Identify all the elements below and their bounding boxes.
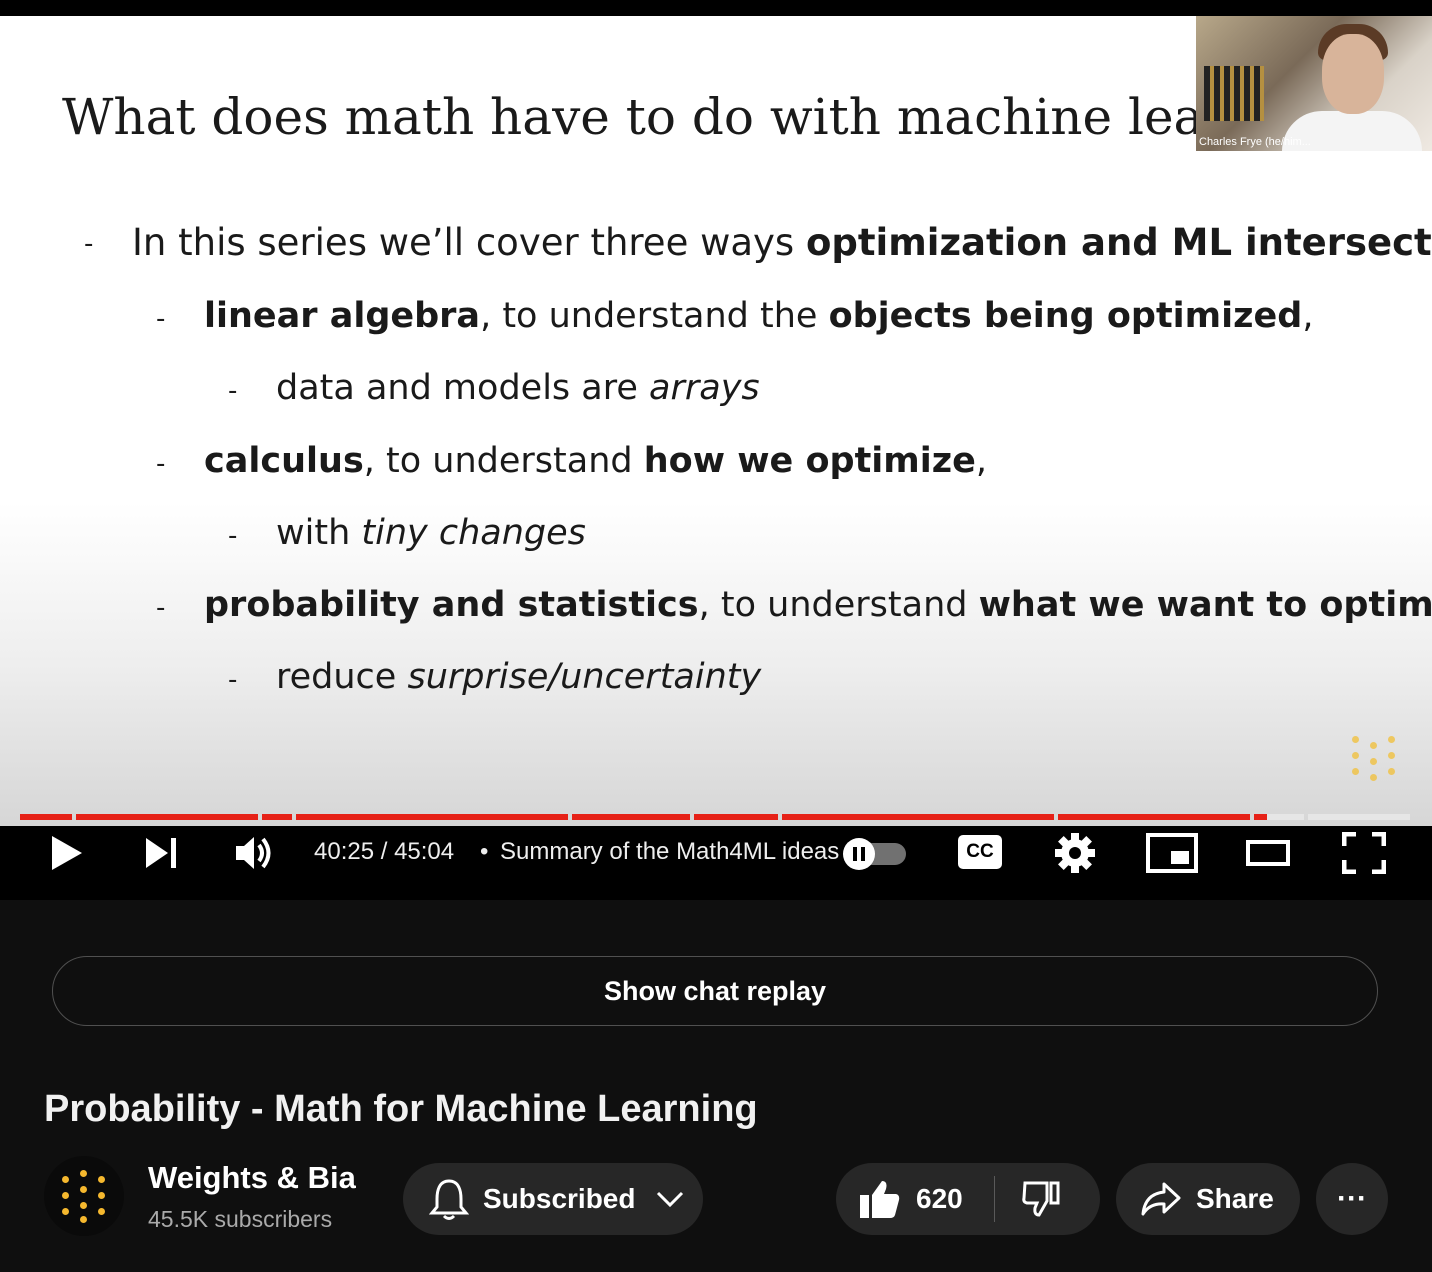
player-controls: 40:25 / 45:04 • Summary of the Math4ML i… — [0, 826, 1432, 900]
progress-segment[interactable] — [76, 814, 258, 820]
subscribed-button[interactable]: Subscribed — [403, 1163, 703, 1235]
share-button[interactable]: Share — [1116, 1163, 1300, 1235]
share-label: Share — [1196, 1183, 1274, 1214]
bullet-dash: - — [228, 665, 238, 695]
like-count: 620 — [916, 1183, 963, 1214]
autoplay-toggle-icon[interactable] — [842, 838, 908, 870]
bullet-dash: - — [228, 376, 238, 406]
bullet-dash: - — [156, 593, 166, 623]
webcam-overlay: Charles Frye (he/him... — [1196, 16, 1432, 151]
bullet-dash: - — [84, 229, 94, 259]
progress-segment[interactable] — [262, 814, 292, 820]
slide-bullet-text: linear algebra, to understand the object… — [204, 296, 1314, 336]
like-button[interactable]: 620 — [836, 1163, 994, 1235]
chevron-down-icon — [657, 1191, 684, 1208]
theater-icon[interactable] — [1246, 840, 1290, 866]
next-icon[interactable] — [144, 836, 178, 870]
progress-segment[interactable] — [1308, 814, 1410, 820]
bullet-dash: - — [228, 521, 238, 551]
slide-bullet-text: calculus, to understand how we optimize, — [204, 441, 988, 481]
time-display: 40:25 / 45:04 — [314, 838, 455, 865]
bullet-dash: - — [156, 304, 166, 334]
slide-bullet-text: with tiny changes — [276, 513, 586, 553]
subscriber-count: 45.5K subscribers — [148, 1206, 333, 1232]
video-player[interactable]: What does math have to do with machine l… — [0, 0, 1432, 900]
background-shelf — [1204, 66, 1264, 121]
fullscreen-icon[interactable] — [1342, 832, 1386, 874]
miniplayer-icon[interactable] — [1146, 833, 1198, 873]
show-chat-replay-button[interactable]: Show chat replay — [52, 956, 1378, 1026]
slide-bullet-text: In this series we’ll cover three ways op… — [132, 221, 1432, 264]
progress-segment[interactable] — [20, 814, 72, 820]
presenter-face — [1322, 34, 1384, 114]
dislike-button[interactable] — [995, 1163, 1061, 1235]
thumbs-up-icon — [860, 1181, 900, 1218]
subscribed-label: Subscribed — [483, 1183, 636, 1214]
slide-bullet-text: reduce surprise/uncertainty — [276, 657, 762, 697]
progress-segment[interactable] — [296, 814, 568, 820]
chapter-title[interactable]: Summary of the Math4ML ideas — [500, 838, 854, 866]
video-title: Probability - Math for Machine Learning — [44, 1088, 758, 1130]
progress-segment[interactable] — [1254, 814, 1304, 820]
more-actions-button[interactable]: ··· — [1316, 1163, 1388, 1235]
slide-bullet-text: probability and statistics, to understan… — [204, 585, 1432, 625]
channel-avatar[interactable] — [44, 1156, 124, 1236]
progress-bar[interactable] — [20, 814, 1410, 820]
share-icon — [1141, 1182, 1181, 1216]
channel-name[interactable]: Weights & Biases — [148, 1160, 356, 1196]
volume-icon[interactable] — [234, 834, 274, 872]
thumbs-down-icon — [1022, 1181, 1060, 1217]
progress-segment[interactable] — [1058, 814, 1250, 820]
like-dislike-group: 620 — [836, 1163, 1100, 1235]
video-frame[interactable]: What does math have to do with machine l… — [0, 16, 1432, 826]
progress-segment[interactable] — [782, 814, 1054, 820]
settings-icon[interactable] — [1054, 832, 1096, 874]
bell-icon — [429, 1179, 469, 1220]
slide-title: What does math have to do with machine l… — [62, 88, 1228, 146]
captions-icon[interactable]: CC — [958, 835, 1002, 869]
webcam-name-label: Charles Frye (he/him... — [1199, 136, 1311, 148]
play-icon[interactable] — [50, 834, 84, 872]
progress-segment[interactable] — [572, 814, 690, 820]
bullet-dash: - — [156, 449, 166, 479]
chapter-separator: • — [480, 838, 489, 865]
slide-bullet-text: data and models are arrays — [276, 368, 760, 408]
progress-segment[interactable] — [694, 814, 778, 820]
